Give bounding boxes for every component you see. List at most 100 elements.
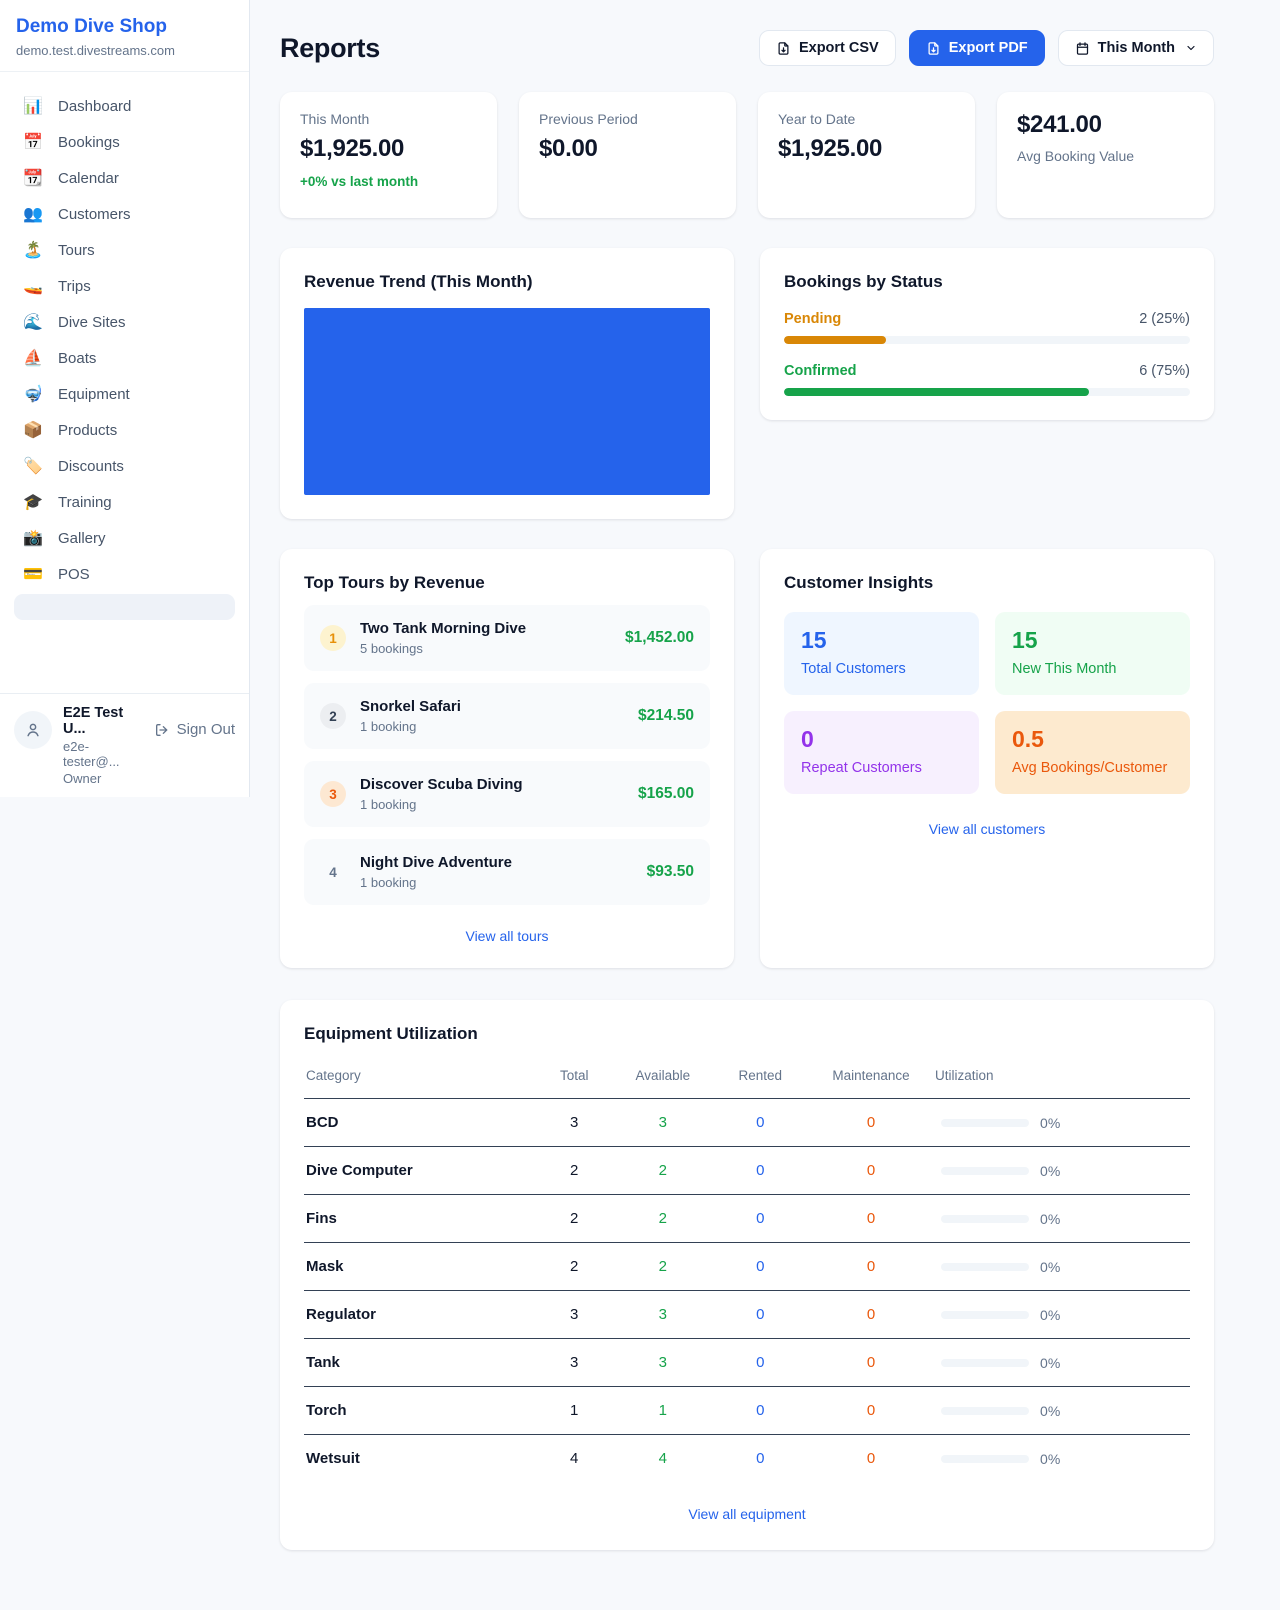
file-download-icon <box>776 41 791 56</box>
sign-out-button[interactable]: Sign Out <box>154 721 235 738</box>
table-row: Torch 1 1 0 0 0% <box>304 1387 1190 1435</box>
utilization-cell: 0% <box>941 1451 1182 1467</box>
cell-category: Fins <box>304 1195 534 1243</box>
period-label: This Month <box>1098 40 1175 56</box>
utilization-percent: 0% <box>1040 1355 1060 1371</box>
view-all-tours-link[interactable]: View all tours <box>304 928 710 944</box>
sidebar-item-products[interactable]: 📦 Products <box>12 413 237 448</box>
view-all-equipment-link[interactable]: View all equipment <box>304 1506 1190 1522</box>
progress-bar-track <box>784 336 1190 344</box>
cell-category: Regulator <box>304 1291 534 1339</box>
wave-icon: 🌊 <box>22 315 44 331</box>
sidebar-item-dive-sites[interactable]: 🌊 Dive Sites <box>12 305 237 340</box>
stat-label: Previous Period <box>539 111 716 127</box>
cell-rented: 0 <box>712 1147 809 1195</box>
export-csv-button[interactable]: Export CSV <box>759 30 896 66</box>
speedboat-icon: 🚤 <box>22 279 44 295</box>
sailboat-icon: ⛵ <box>22 351 44 367</box>
utilization-cell: 0% <box>941 1211 1182 1227</box>
sidebar-item-customers[interactable]: 👥 Customers <box>12 197 237 232</box>
sidebar-item-dashboard[interactable]: 📊 Dashboard <box>12 89 237 124</box>
export-pdf-button[interactable]: Export PDF <box>909 30 1045 66</box>
sidebar-item-tours[interactable]: 🏝️ Tours <box>12 233 237 268</box>
tour-bookings: 5 bookings <box>360 641 526 656</box>
progress-bar-track <box>784 388 1190 396</box>
page-header: Reports Export CSV Export PDF <box>280 30 1214 66</box>
insight-label: New This Month <box>1012 661 1173 677</box>
tour-bookings: 1 booking <box>360 875 512 890</box>
sidebar-item-discounts[interactable]: 🏷️ Discounts <box>12 449 237 484</box>
stat-label: This Month <box>300 111 477 127</box>
cell-maintenance: 0 <box>809 1291 933 1339</box>
utilization-bar <box>941 1359 1029 1367</box>
sidebar-item-gallery[interactable]: 📸 Gallery <box>12 521 237 556</box>
page-title: Reports <box>280 33 380 64</box>
view-all-customers-link[interactable]: View all customers <box>784 821 1190 837</box>
cell-category: Wetsuit <box>304 1435 534 1483</box>
cell-rented: 0 <box>712 1387 809 1435</box>
insight-value: 0 <box>801 726 962 753</box>
stat-value: $1,925.00 <box>300 135 477 163</box>
cell-available: 2 <box>614 1195 711 1243</box>
sidebar-item-boats[interactable]: ⛵ Boats <box>12 341 237 376</box>
cell-category: BCD <box>304 1099 534 1147</box>
sidebar-item-label: Dive Sites <box>58 314 126 331</box>
stat-value: $241.00 <box>1017 111 1194 139</box>
sidebar-item-equipment[interactable]: 🤿 Equipment <box>12 377 237 412</box>
cell-rented: 0 <box>712 1099 809 1147</box>
insights-row: Top Tours by Revenue 1 Two Tank Morning … <box>280 549 1214 968</box>
utilization-percent: 0% <box>1040 1403 1060 1419</box>
tour-bookings: 1 booking <box>360 797 523 812</box>
user-info: E2E Test U... e2e-tester@... Owner <box>63 705 143 786</box>
cell-maintenance: 0 <box>809 1243 933 1291</box>
sidebar-item-label: Products <box>58 422 117 439</box>
sidebar: Demo Dive Shop demo.test.divestreams.com… <box>0 0 250 797</box>
cell-total: 4 <box>534 1435 614 1483</box>
sidebar-item-training[interactable]: 🎓 Training <box>12 485 237 520</box>
island-icon: 🏝️ <box>22 243 44 259</box>
tour-name: Snorkel Safari <box>360 698 461 715</box>
utilization-cell: 0% <box>941 1259 1182 1275</box>
tour-name: Two Tank Morning Dive <box>360 620 526 637</box>
cell-maintenance: 0 <box>809 1099 933 1147</box>
sidebar-item-trips[interactable]: 🚤 Trips <box>12 269 237 304</box>
equipment-table: Category Total Available Rented Maintena… <box>304 1058 1190 1483</box>
equipment-utilization-card: Equipment Utilization Category Total Ava… <box>280 1000 1214 1550</box>
insight-label: Total Customers <box>801 661 962 677</box>
utilization-bar <box>941 1215 1029 1223</box>
tour-name: Discover Scuba Diving <box>360 776 523 793</box>
cell-rented: 0 <box>712 1195 809 1243</box>
sidebar-item-bookings[interactable]: 📅 Bookings <box>12 125 237 160</box>
rank-badge: 3 <box>320 781 346 807</box>
utilization-cell: 0% <box>941 1403 1182 1419</box>
table-row: Regulator 3 3 0 0 0% <box>304 1291 1190 1339</box>
utilization-percent: 0% <box>1040 1451 1060 1467</box>
cell-category: Torch <box>304 1387 534 1435</box>
period-select[interactable]: This Month <box>1058 30 1214 66</box>
sidebar-item-label: Gallery <box>58 530 106 547</box>
insight-tile-new-this-month: 15 New This Month <box>995 612 1190 695</box>
cell-available: 3 <box>614 1291 711 1339</box>
user-name: E2E Test U... <box>63 705 143 737</box>
tour-revenue: $214.50 <box>638 707 694 725</box>
cell-total: 3 <box>534 1099 614 1147</box>
tour-revenue: $1,452.00 <box>625 629 694 647</box>
sidebar-item-pos[interactable]: 💳 POS <box>12 557 237 592</box>
table-row: BCD 3 3 0 0 0% <box>304 1099 1190 1147</box>
insight-value: 0.5 <box>1012 726 1173 753</box>
avatar <box>14 711 52 749</box>
cell-available: 2 <box>614 1147 711 1195</box>
people-icon: 👥 <box>22 207 44 223</box>
stat-value: $0.00 <box>539 135 716 163</box>
table-header-row: Category Total Available Rented Maintena… <box>304 1058 1190 1099</box>
cell-available: 3 <box>614 1339 711 1387</box>
sidebar-item-calendar[interactable]: 📆 Calendar <box>12 161 237 196</box>
sidebar-item-active-partial[interactable] <box>14 594 235 620</box>
customer-insights-title: Customer Insights <box>784 573 1190 593</box>
shop-name: Demo Dive Shop <box>16 16 233 38</box>
insight-tiles: 15 Total Customers 15 New This Month 0 R… <box>784 612 1190 794</box>
utilization-bar <box>941 1407 1029 1415</box>
calendar-pad-icon: 📆 <box>22 171 44 187</box>
tag-icon: 🏷️ <box>22 459 44 475</box>
sign-out-icon <box>154 722 170 738</box>
